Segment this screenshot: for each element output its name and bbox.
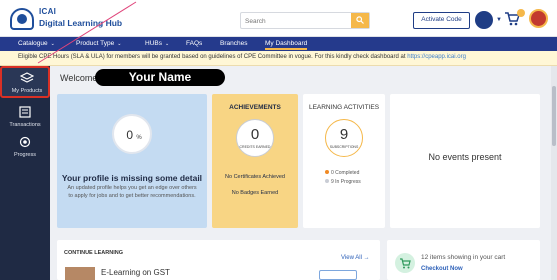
activate-code-button[interactable]: Activate Code xyxy=(413,12,470,29)
continue-learning-card: CONTINUE LEARNING View All → E-Learning … xyxy=(57,240,380,280)
continue-title: CONTINUE LEARNING xyxy=(64,250,123,256)
icai-logo[interactable]: ICAI Digital Learning Hub xyxy=(10,6,122,32)
notice-message: Eligible CPE Hours (SLA & ULA) for membe… xyxy=(18,54,406,60)
cart-icon xyxy=(400,258,411,269)
nav-hubs[interactable]: HUBs ⌄ xyxy=(145,40,169,47)
box-stack-icon xyxy=(20,72,34,83)
cart-count-text: 12 items showing in your cart xyxy=(421,254,506,261)
profile-subtitle: An updated profile helps you get an edge… xyxy=(67,185,197,199)
search-icon xyxy=(356,16,364,24)
profile-icon[interactable] xyxy=(529,9,548,28)
sidebar-item-progress[interactable]: Progress xyxy=(0,132,50,164)
scroll-thumb[interactable] xyxy=(552,86,556,146)
subscriptions-label: SUBSCRIPTIONS xyxy=(329,145,359,149)
percent-value: 0 xyxy=(126,128,133,142)
cart-summary-card: 12 items showing in your cart Checkout N… xyxy=(387,240,540,280)
checkout-link[interactable]: Checkout Now xyxy=(421,266,463,272)
nav-faqs[interactable]: FAQs xyxy=(186,40,202,47)
search-button[interactable] xyxy=(351,13,369,28)
credits-count: 0 xyxy=(250,126,260,143)
logo-title: ICAI xyxy=(39,7,57,16)
chevron-down-icon: ⌄ xyxy=(164,41,170,47)
sidebar-item-label: My Products xyxy=(11,88,43,94)
profile-title: Your profile is missing some detail xyxy=(61,173,203,183)
user-name: Your Name xyxy=(95,69,225,86)
view-all-link[interactable]: View All → xyxy=(341,255,370,261)
events-empty-text: No events present xyxy=(428,152,502,162)
course-title[interactable]: E-Learning on GST xyxy=(101,268,170,277)
main-nav: Catalogue ⌄ Product Type ⌄ HUBs ⌄ FAQs Bran… xyxy=(0,37,557,51)
sidebar: My Products Transactions Progress xyxy=(0,66,50,280)
certificates-status: No Certificates Achieved xyxy=(225,174,285,180)
credits-circle: 0 CREDITS EARNED xyxy=(236,119,274,157)
user-avatar[interactable] xyxy=(475,11,493,29)
profile-percent: 0 % xyxy=(114,128,154,142)
credits-label: CREDITS EARNED xyxy=(239,145,271,149)
nav-label: Catalogue xyxy=(18,40,48,47)
subscriptions-circle: 9 SUBSCRIPTIONS xyxy=(325,119,363,157)
chevron-down-icon[interactable]: ▼ xyxy=(496,17,502,23)
legend-in-progress: 9 In Progress xyxy=(325,179,361,185)
notice-text: Eligible CPE Hours (SLA & ULA) for membe… xyxy=(18,54,466,60)
dot-icon xyxy=(325,170,329,174)
sidebar-item-transactions[interactable]: Transactions xyxy=(0,102,50,134)
events-card: No events present xyxy=(390,94,540,228)
nav-product-type[interactable]: Product Type ⌄ xyxy=(76,40,121,47)
achievements-title: ACHIEVEMENTS xyxy=(229,104,281,111)
page-scrollbar[interactable] xyxy=(551,66,557,280)
dot-icon xyxy=(325,179,329,183)
profile-progress-gauge: 0 % xyxy=(112,114,152,154)
receipt-icon xyxy=(19,106,31,118)
nav-catalogue[interactable]: Catalogue ⌄ xyxy=(18,40,55,47)
notice-link[interactable]: https://cpeapp.icai.org xyxy=(407,54,466,60)
nav-label: Product Type xyxy=(76,40,115,47)
learning-activities-card[interactable]: LEARNING ACTIVITIES 9 SUBSCRIPTIONS 0 Co… xyxy=(303,94,385,228)
sidebar-item-label: Transactions xyxy=(9,122,41,128)
badges-status: No Badges Earned xyxy=(231,190,279,196)
legend-label: 0 Completed xyxy=(331,170,360,176)
sidebar-item-my-products[interactable]: My Products xyxy=(0,66,50,98)
nav-my-dashboard[interactable]: My Dashboard xyxy=(265,40,308,50)
badge-icon xyxy=(19,136,31,148)
cpe-notice-banner: Eligible CPE Hours (SLA & ULA) for membe… xyxy=(0,51,557,66)
logo-subtitle: Digital Learning Hub xyxy=(39,18,123,28)
cart-summary-icon xyxy=(395,253,415,273)
chevron-down-icon: ⌄ xyxy=(50,41,55,47)
learning-title: LEARNING ACTIVITIES xyxy=(308,104,380,111)
course-thumbnail[interactable] xyxy=(65,267,95,280)
welcome-label: Welcome, xyxy=(60,73,100,83)
achievements-card[interactable]: ACHIEVEMENTS 0 CREDITS EARNED No Certifi… xyxy=(212,94,298,228)
legend-label: 9 In Progress xyxy=(331,179,361,185)
legend-completed: 0 Completed xyxy=(325,170,359,176)
continue-button[interactable] xyxy=(319,270,357,280)
percent-sign: % xyxy=(136,135,142,141)
cart-count-badge xyxy=(517,9,525,17)
subscriptions-count: 9 xyxy=(339,126,349,143)
top-header: ICAI Digital Learning Hub Activate Code … xyxy=(0,0,557,37)
chevron-down-icon: ⌄ xyxy=(117,41,122,47)
search-input[interactable] xyxy=(245,15,345,27)
icai-logo-icon xyxy=(10,8,34,30)
nav-branches[interactable]: Branches xyxy=(220,40,247,47)
sidebar-item-label: Progress xyxy=(13,152,36,158)
search-box xyxy=(240,12,370,29)
profile-completion-card[interactable]: 0 % Your profile is missing some detail … xyxy=(57,94,207,228)
nav-label: HUBs xyxy=(145,40,162,47)
